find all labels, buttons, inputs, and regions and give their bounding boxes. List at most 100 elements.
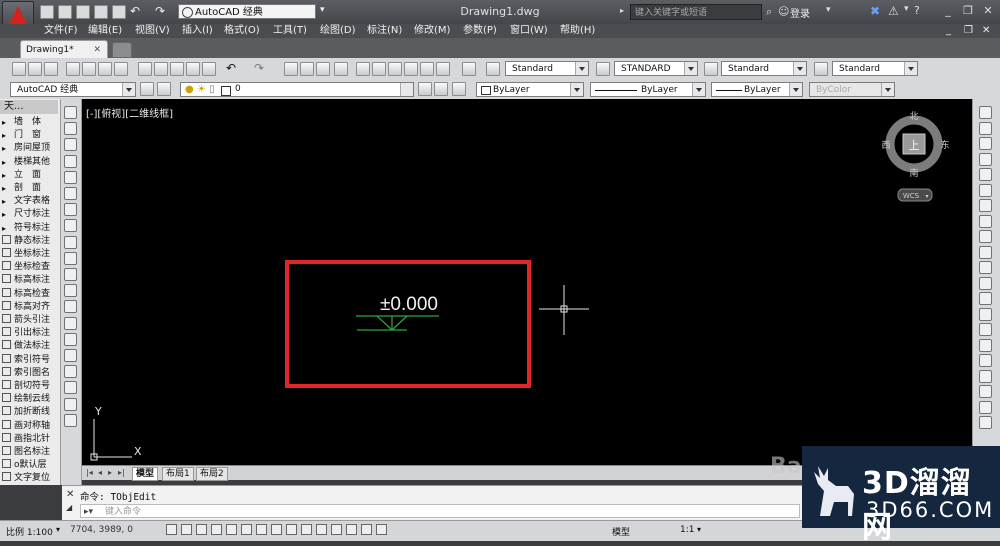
palette-item[interactable]: ▸ 剖 面 bbox=[2, 182, 58, 195]
close-icon[interactable]: ✕ bbox=[980, 4, 996, 18]
rotate-icon[interactable] bbox=[979, 199, 992, 212]
layer-select[interactable]: ● ☀ ▯ 0 bbox=[180, 82, 414, 97]
revision-cloud-icon[interactable] bbox=[64, 219, 77, 233]
copy-icon[interactable] bbox=[154, 62, 168, 76]
model-space-label[interactable]: 模型 bbox=[612, 525, 630, 538]
workspace-toolbar-select[interactable]: AutoCAD 经典 bbox=[10, 82, 136, 97]
snap-mode-icon[interactable] bbox=[181, 524, 192, 535]
palette-item[interactable]: 画指北针 bbox=[2, 432, 58, 446]
ortho-icon[interactable] bbox=[211, 524, 222, 535]
properties-icon[interactable] bbox=[356, 62, 370, 76]
plot-style-dropdown-icon[interactable] bbox=[881, 83, 894, 96]
connect-icon[interactable]: ⚠ bbox=[888, 4, 899, 18]
spline-icon[interactable] bbox=[64, 235, 77, 249]
layer-dropdown-icon[interactable] bbox=[400, 83, 413, 96]
workspace-settings-icon[interactable] bbox=[140, 82, 154, 96]
elevation-text[interactable]: ±0.000 bbox=[380, 294, 438, 315]
palette-item[interactable]: 引出标注 bbox=[2, 327, 58, 340]
login-dropdown-icon[interactable]: ▾ bbox=[826, 5, 831, 15]
draw-order-icon[interactable] bbox=[979, 369, 992, 383]
copy-object-icon[interactable] bbox=[979, 121, 992, 135]
3d-object-snap-icon[interactable] bbox=[256, 524, 267, 535]
undo-toolbar-icon[interactable]: ↶ bbox=[226, 61, 236, 75]
dim-style-select[interactable]: STANDARD bbox=[614, 61, 698, 76]
palette-item[interactable]: 文字复位 bbox=[2, 472, 58, 485]
dim-style-dropdown-icon[interactable] bbox=[684, 62, 697, 75]
menu-minimize-icon[interactable]: _ bbox=[946, 24, 951, 38]
table-style-dropdown-icon[interactable] bbox=[793, 62, 806, 75]
multileader-style-dropdown-icon[interactable] bbox=[904, 62, 917, 75]
annotation-monitor-icon[interactable] bbox=[376, 524, 387, 535]
palette-item[interactable]: 绘制云线 bbox=[2, 393, 58, 406]
menu-tools[interactable]: 工具(T) bbox=[273, 24, 307, 38]
lineweight-dropdown-icon[interactable] bbox=[789, 83, 802, 96]
layer-properties-icon[interactable] bbox=[157, 82, 171, 96]
scale-indicator[interactable]: 比例 1:100 bbox=[6, 525, 53, 538]
command-settings-icon[interactable]: ◢ bbox=[66, 503, 72, 512]
print-icon[interactable] bbox=[66, 62, 80, 76]
coordinates-display[interactable]: 7704, 3989, 0 bbox=[70, 525, 133, 535]
trim-icon[interactable] bbox=[979, 245, 992, 259]
make-current-layer-icon[interactable] bbox=[418, 82, 432, 96]
mirror-icon[interactable] bbox=[979, 137, 992, 150]
new-tab-icon[interactable] bbox=[112, 42, 132, 58]
first-layout-icon[interactable]: |◂ bbox=[86, 468, 93, 477]
restore-icon[interactable]: ❐ bbox=[960, 4, 976, 18]
zoom-window-icon[interactable] bbox=[316, 62, 330, 76]
linetype-select[interactable]: ByLayer bbox=[590, 82, 706, 97]
palette-item[interactable]: ▸ 楼梯其他 bbox=[2, 156, 58, 169]
tools-dropdown-icon[interactable]: ▾ bbox=[904, 4, 909, 14]
palette-item[interactable]: ▸ 文字表格 bbox=[2, 195, 58, 208]
tab-close-icon[interactable]: ✕ bbox=[93, 41, 101, 59]
command-input[interactable]: ▸▾ 键入命令 bbox=[80, 504, 800, 518]
menu-modify[interactable]: 修改(M) bbox=[414, 24, 450, 38]
palette-item[interactable]: 索引图名 bbox=[2, 366, 58, 380]
table-icon[interactable] bbox=[64, 381, 77, 395]
plot-icon[interactable] bbox=[112, 5, 126, 19]
palette-item[interactable]: 图名标注 bbox=[2, 446, 58, 459]
viewcube-east-label[interactable]: 东 bbox=[940, 139, 949, 151]
workspace-toolbar-dropdown-icon[interactable] bbox=[122, 83, 135, 96]
drawing-canvas[interactable]: ±0.000 Y X 上 北 南 西 东 WCS ▾ bbox=[82, 99, 972, 465]
view-extras-icon[interactable] bbox=[979, 416, 992, 429]
palette-item[interactable]: 标高检查 bbox=[2, 287, 58, 301]
circle-icon[interactable] bbox=[64, 203, 77, 217]
grid-icon[interactable] bbox=[196, 524, 207, 535]
quick-access-dropdown-icon[interactable]: ▾ bbox=[320, 5, 325, 15]
quick-select-icon[interactable] bbox=[979, 400, 992, 414]
ellipse-arc-icon[interactable] bbox=[64, 268, 77, 281]
scale-dropdown-icon[interactable]: ▾ bbox=[56, 525, 60, 534]
menu-window[interactable]: 窗口(W) bbox=[510, 24, 548, 38]
design-center-icon[interactable] bbox=[372, 62, 386, 76]
markup-icon[interactable] bbox=[420, 62, 434, 76]
line-icon[interactable] bbox=[64, 106, 77, 119]
palette-item[interactable]: 箭头引注 bbox=[2, 314, 58, 327]
save-as-icon[interactable] bbox=[94, 5, 108, 19]
palette-item[interactable]: o默认层 bbox=[2, 459, 58, 472]
tab-layout2[interactable]: 布局2 bbox=[196, 467, 228, 481]
erase-icon[interactable] bbox=[979, 106, 992, 119]
lineweight-select[interactable]: ByLayer bbox=[711, 82, 803, 97]
minimize-icon[interactable]: _ bbox=[940, 4, 956, 18]
qnew-icon[interactable] bbox=[12, 62, 26, 76]
preview-icon[interactable] bbox=[82, 62, 96, 76]
search-input[interactable]: 键入关键字或短语 bbox=[630, 4, 762, 20]
menu-draw[interactable]: 绘图(D) bbox=[320, 24, 356, 38]
zoom-realtime-icon[interactable] bbox=[300, 62, 314, 76]
linetype-dropdown-icon[interactable] bbox=[692, 83, 705, 96]
workspace-select[interactable]: AutoCAD 经典 bbox=[178, 4, 316, 19]
color-dropdown-icon[interactable] bbox=[570, 83, 583, 96]
object-snap-icon[interactable] bbox=[241, 524, 252, 535]
palette-item[interactable]: ▸ 房间屋顶 bbox=[2, 142, 58, 155]
make-block-icon[interactable] bbox=[64, 300, 77, 314]
menu-format[interactable]: 格式(O) bbox=[224, 24, 260, 38]
open-icon[interactable] bbox=[28, 62, 42, 76]
lineweight-toggle-icon[interactable] bbox=[316, 524, 327, 535]
scale-icon[interactable] bbox=[979, 214, 992, 228]
viewcube-north-label[interactable]: 北 bbox=[909, 111, 918, 122]
palette-item[interactable]: 坐标检查 bbox=[2, 261, 58, 274]
transparency-icon[interactable] bbox=[331, 524, 342, 535]
layer-isolate-icon[interactable] bbox=[979, 385, 992, 398]
save-toolbar-icon[interactable] bbox=[44, 62, 58, 76]
color-select[interactable]: ByLayer bbox=[476, 82, 584, 97]
